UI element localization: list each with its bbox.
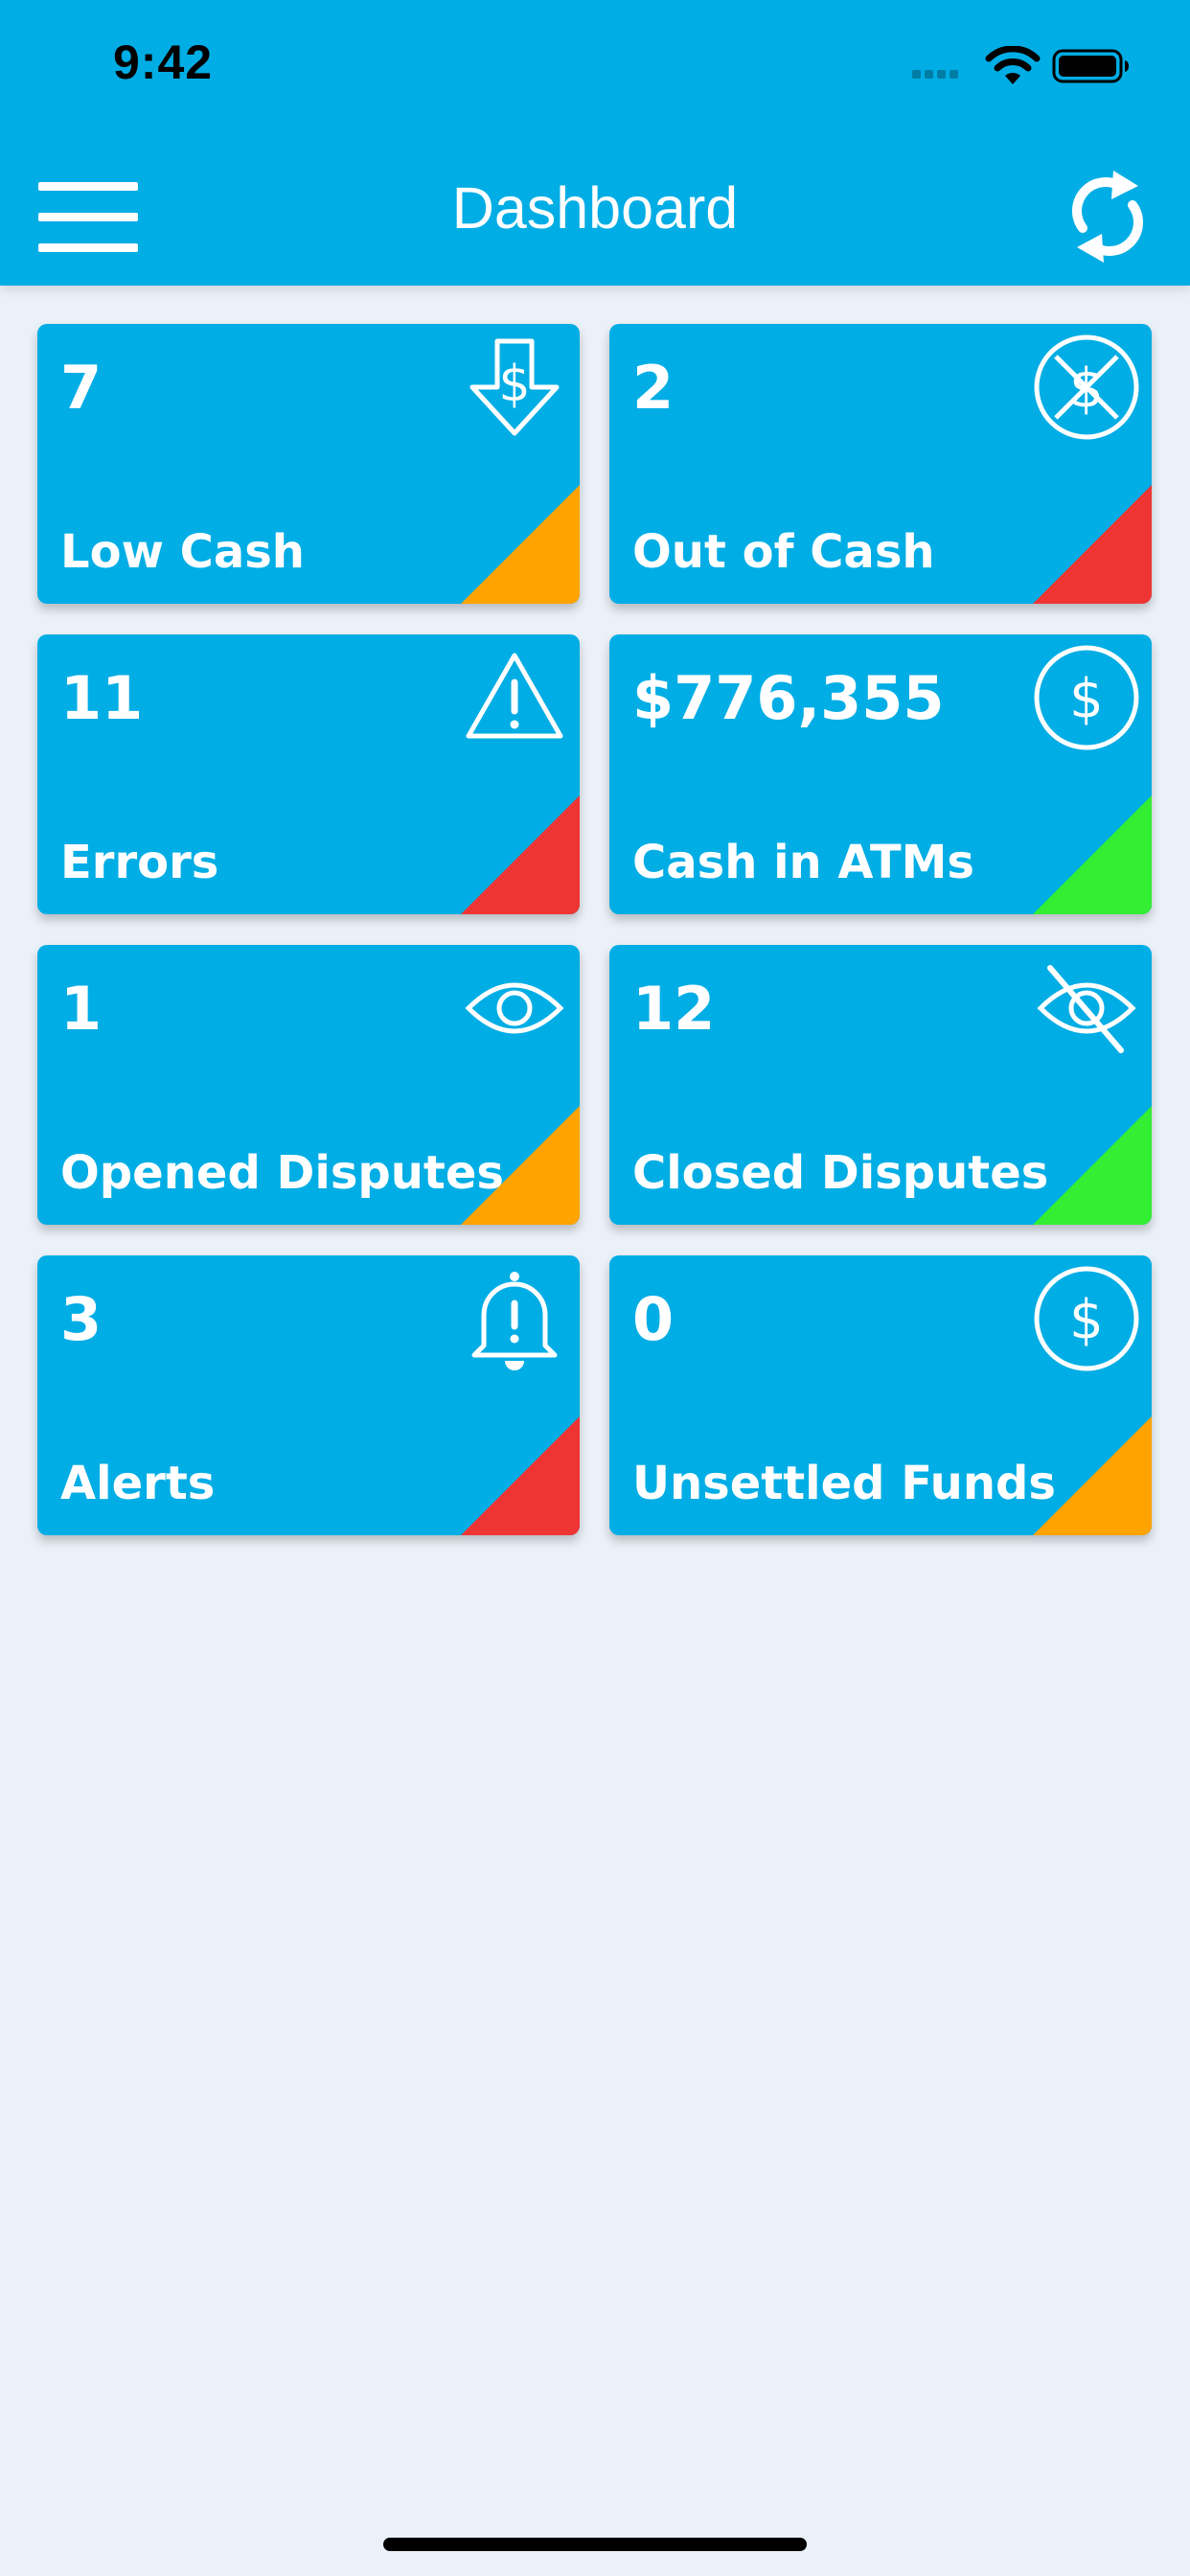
warning-icon [466,653,563,739]
tile-opened-disputes[interactable]: 1 Opened Disputes [37,945,580,1225]
tile-label: Low Cash [60,525,305,579]
app-header: 9:42 Dashboard [0,0,1190,286]
tile-label: Alerts [60,1457,216,1510]
tile-unsettled-funds[interactable]: 0 Unsettled Funds $ [609,1255,1152,1535]
tile-value: $776,355 [632,663,945,733]
status-corner-orange [461,485,580,604]
svg-text:$: $ [1069,668,1104,730]
status-corner-red [461,795,580,914]
tile-alerts[interactable]: 3 Alerts [37,1255,580,1535]
svg-text:$: $ [498,356,530,413]
status-corner-orange [461,1106,580,1225]
status-corner-red [1033,485,1152,604]
eye-slash-icon [1037,965,1136,1053]
tile-value: 0 [632,1284,675,1354]
svg-text:$: $ [1069,1289,1104,1351]
tile-value: 7 [60,353,103,423]
tile-value: 2 [632,353,675,423]
status-corner-orange [1033,1416,1152,1535]
bell-alert-icon [471,1272,558,1370]
tile-value: 11 [60,663,144,733]
page-title: Dashboard [451,175,739,241]
wifi-icon [985,46,1041,84]
tile-closed-disputes[interactable]: 12 Closed Disputes [609,945,1152,1225]
status-corner-green [1033,795,1152,914]
tile-cash-in-atms[interactable]: $776,355 Cash in ATMs $ [609,634,1152,914]
tile-label: Errors [60,836,219,889]
tile-value: 3 [60,1284,103,1354]
tile-label: Cash in ATMs [632,836,974,889]
eye-icon [465,982,564,1034]
dollar-circle-icon: $ [1034,645,1139,750]
tile-value: 1 [60,974,103,1044]
status-time: 9:42 [113,35,214,89]
tile-label: Unsettled Funds [632,1457,1056,1510]
battery-icon [1052,49,1129,83]
tile-value: 12 [632,974,716,1044]
tile-label: Opened Disputes [60,1146,504,1200]
dollar-down-arrow-icon: $ [469,338,560,436]
status-corner-green [1033,1106,1152,1225]
dollar-circle-icon: $ [1034,1266,1139,1371]
tile-label: Out of Cash [632,525,935,579]
refresh-icon[interactable] [1064,165,1152,268]
tile-out-of-cash[interactable]: 2 Out of Cash $ [609,324,1152,604]
tile-low-cash[interactable]: 7 Low Cash $ [37,324,580,604]
status-corner-red [461,1416,580,1535]
home-indicator[interactable] [383,2538,807,2551]
no-dollar-icon: $ [1034,334,1139,440]
tile-label: Closed Disputes [632,1146,1049,1200]
tile-errors[interactable]: 11 Errors [37,634,580,914]
